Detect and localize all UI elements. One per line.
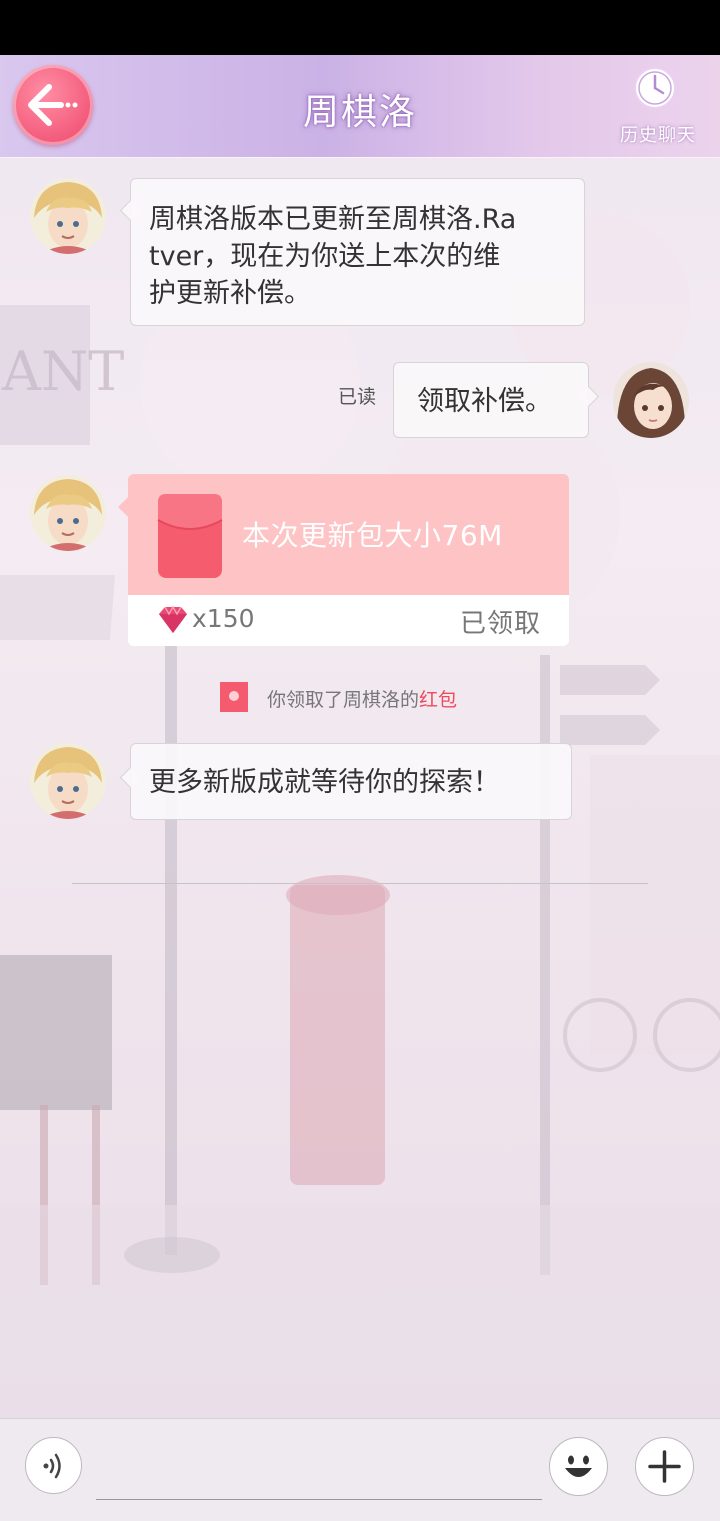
history-chat-button[interactable]: 历史聊天 xyxy=(610,65,706,149)
red-packet-footer: x150 已领取 xyxy=(128,595,569,646)
divider xyxy=(72,883,648,884)
red-packet-title: 本次更新包大小76M xyxy=(242,519,503,552)
plus-icon xyxy=(648,1450,681,1483)
message-bubble-self: 领取补偿。 xyxy=(393,362,600,438)
voice-button[interactable] xyxy=(25,1437,82,1494)
svg-text:ANT: ANT xyxy=(1,340,124,403)
reward-amount: x150 xyxy=(192,604,255,633)
user-avatar[interactable] xyxy=(613,362,689,438)
notice-text: 你领取了周棋洛的红包 xyxy=(267,685,457,712)
red-packet-icon xyxy=(220,682,248,712)
red-packet-icon xyxy=(157,494,223,578)
notice-highlight: 红包 xyxy=(419,689,458,711)
notice-prefix: 你领取了周棋洛的 xyxy=(267,689,420,711)
smiley-icon xyxy=(565,1455,592,1477)
message-text: 更多新版成就等待你的探索！ xyxy=(149,767,500,798)
read-receipt: 已读 xyxy=(338,386,377,408)
plus-button[interactable] xyxy=(635,1437,694,1496)
voice-icon xyxy=(43,1453,61,1479)
message-input[interactable] xyxy=(96,1449,542,1500)
message-bubble-contact: 更多新版成就等待你的探索！ xyxy=(119,743,572,820)
emoji-button[interactable] xyxy=(549,1437,608,1496)
status-bar xyxy=(0,0,720,55)
diamond-icon xyxy=(159,605,187,633)
input-bar xyxy=(0,1418,720,1521)
message-bubble-contact: 周棋洛版本已更新至周棋洛.Ra tver，现在为你送上本次的维 护更新补偿。 xyxy=(119,178,585,326)
contact-avatar[interactable] xyxy=(30,475,106,551)
claimed-status: 已领取 xyxy=(459,609,541,639)
chat-header: 周棋洛 历史聊天 xyxy=(0,55,720,157)
message-text: 领取补偿。 xyxy=(417,386,552,417)
contact-avatar[interactable] xyxy=(30,178,106,254)
red-packet-card[interactable]: 本次更新包大小76M x150 已领取 xyxy=(118,474,569,646)
message-line: 周棋洛版本已更新至周棋洛.Ra xyxy=(149,204,517,235)
message-line: 护更新补偿。 xyxy=(149,278,311,309)
clock-icon xyxy=(634,67,676,109)
history-label: 历史聊天 xyxy=(620,125,696,146)
red-packet-header: 本次更新包大小76M xyxy=(128,474,569,595)
message-line: tver，现在为你送上本次的维 xyxy=(149,241,501,272)
contact-avatar[interactable] xyxy=(30,743,106,819)
